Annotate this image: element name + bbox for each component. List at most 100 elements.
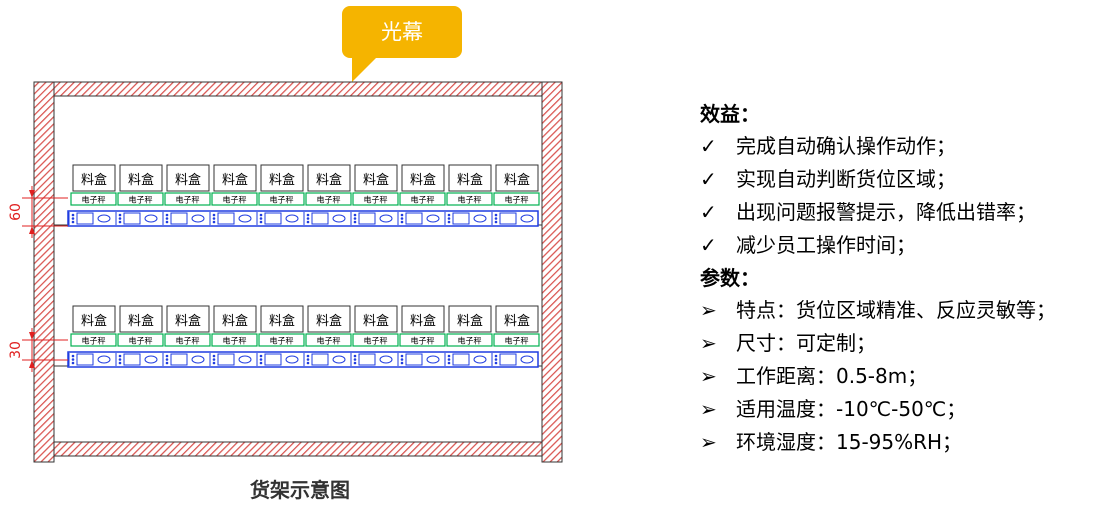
material-box-label: 料盒 xyxy=(457,313,483,329)
indicator-led xyxy=(400,354,404,358)
material-box-label: 料盒 xyxy=(175,313,201,329)
display-window xyxy=(217,353,235,366)
indicator-led xyxy=(118,358,122,361)
sensor-button xyxy=(144,214,158,223)
material-box-label: 料盒 xyxy=(222,313,248,329)
material-box-label: 料盒 xyxy=(128,172,154,188)
arrow-right-icon: ➢ xyxy=(700,298,717,322)
sensor-button xyxy=(97,214,111,223)
indicator-led xyxy=(353,217,357,220)
material-box-label: 料盒 xyxy=(222,172,248,188)
sensor-button xyxy=(473,214,487,223)
benefit-item: ✓ 完成自动确认操作动作； xyxy=(700,130,1093,163)
indicator-led xyxy=(259,213,263,217)
electronic-scale-label: 电子秤 xyxy=(317,195,341,205)
display-window xyxy=(217,212,235,225)
sensor-button xyxy=(144,355,158,364)
indicator-led xyxy=(447,213,451,217)
benefits-list: ✓ 完成自动确认操作动作； ✓ 实现自动判断货位区域； ✓ 出现问题报警提示，降低出错… xyxy=(700,130,1093,262)
sensor-button xyxy=(238,214,252,223)
indicator-led xyxy=(165,361,169,365)
material-box-label: 料盒 xyxy=(269,172,295,188)
indicator-led xyxy=(494,220,498,224)
indicator-led xyxy=(165,217,169,220)
display-window xyxy=(311,212,329,225)
electronic-scale-label: 电子秤 xyxy=(129,195,153,205)
indicator-led xyxy=(259,217,263,220)
indicator-led xyxy=(494,361,498,365)
param-item: ➢ 特点：货位区域精准、反应灵敏等； xyxy=(700,294,1093,327)
indicator-led xyxy=(494,358,498,361)
sensor-button xyxy=(285,355,299,364)
electronic-scale-label: 电子秤 xyxy=(364,336,388,346)
indicator-led xyxy=(400,358,404,361)
electronic-scale-label: 电子秤 xyxy=(505,195,529,205)
display-window xyxy=(170,353,188,366)
indicator-led xyxy=(306,220,310,224)
indicator-led xyxy=(353,361,357,365)
checkmark-icon: ✓ xyxy=(700,134,717,158)
diagram-caption: 货架示意图 xyxy=(250,478,350,502)
material-box-label: 料盒 xyxy=(316,313,342,329)
material-box-label: 料盒 xyxy=(128,313,154,329)
checkmark-icon: ✓ xyxy=(700,233,717,257)
sensor-button xyxy=(238,355,252,364)
param-item: ➢ 尺寸：可定制； xyxy=(700,327,1093,360)
indicator-led xyxy=(494,217,498,220)
shelf-tier-lower: 料盒电子秤 料盒电子秤 料盒电子秤 料盒电子秤 料盒电子秤 料盒电子秤 料盒电子秤 料盒电子秤… xyxy=(54,305,542,368)
indicator-led xyxy=(447,217,451,220)
indicator-led xyxy=(71,220,75,224)
indicator-led xyxy=(494,213,498,217)
indicator-led xyxy=(353,354,357,358)
indicator-led xyxy=(400,217,404,220)
indicator-led xyxy=(118,217,122,220)
electronic-scale-label: 电子秤 xyxy=(82,195,106,205)
electronic-scale-label: 电子秤 xyxy=(458,195,482,205)
indicator-led xyxy=(212,354,216,358)
display-window xyxy=(123,353,141,366)
light-curtain-label: 光幕 xyxy=(381,20,423,44)
indicator-led xyxy=(71,358,75,361)
sensor-button xyxy=(520,355,534,364)
arrow-right-icon: ➢ xyxy=(700,397,717,421)
shelf-frame xyxy=(33,81,563,463)
checkmark-icon: ✓ xyxy=(700,200,717,224)
indicator-led xyxy=(212,217,216,220)
electronic-scale-label: 电子秤 xyxy=(270,336,294,346)
indicator-led xyxy=(118,213,122,217)
display-window xyxy=(76,353,94,366)
material-box-label: 料盒 xyxy=(316,172,342,188)
indicator-led xyxy=(259,354,263,358)
electronic-scale-label: 电子秤 xyxy=(317,336,341,346)
material-box-label: 料盒 xyxy=(504,172,530,188)
electronic-scale-label: 电子秤 xyxy=(223,195,247,205)
sensor-button xyxy=(285,214,299,223)
display-window xyxy=(311,353,329,366)
checkmark-icon: ✓ xyxy=(700,167,717,191)
param-item: ➢ 环境湿度：15-95%RH； xyxy=(700,426,1093,459)
indicator-led xyxy=(259,358,263,361)
indicator-led xyxy=(447,220,451,224)
benefit-item: ✓ 减少员工操作时间； xyxy=(700,229,1093,262)
display-window xyxy=(76,212,94,225)
sensor-button xyxy=(332,214,346,223)
electronic-scale-label: 电子秤 xyxy=(458,336,482,346)
indicator-led xyxy=(71,213,75,217)
indicator-led xyxy=(165,358,169,361)
indicator-led xyxy=(353,358,357,361)
indicator-led xyxy=(165,213,169,217)
indicator-led xyxy=(212,358,216,361)
sensor-button xyxy=(379,214,393,223)
arrow-right-icon: ➢ xyxy=(700,430,717,454)
arrow-right-icon: ➢ xyxy=(700,364,717,388)
indicator-led xyxy=(118,220,122,224)
shelf-tier-upper: 料盒电子秤 料盒电子秤 料盒电子秤 料盒电子秤 料盒电子秤 料盒电子秤 料盒电子秤 料盒电子秤… xyxy=(54,164,542,227)
sensor-button xyxy=(473,355,487,364)
electronic-scale-label: 电子秤 xyxy=(505,336,529,346)
params-list: ➢ 特点：货位区域精准、反应灵敏等； ➢ 尺寸：可定制； ➢ 工作距离：0.5-8m；… xyxy=(700,294,1093,459)
sensor-button xyxy=(520,214,534,223)
display-window xyxy=(405,353,423,366)
material-box-label: 料盒 xyxy=(363,313,389,329)
indicator-led xyxy=(306,354,310,358)
indicator-led xyxy=(71,354,75,358)
